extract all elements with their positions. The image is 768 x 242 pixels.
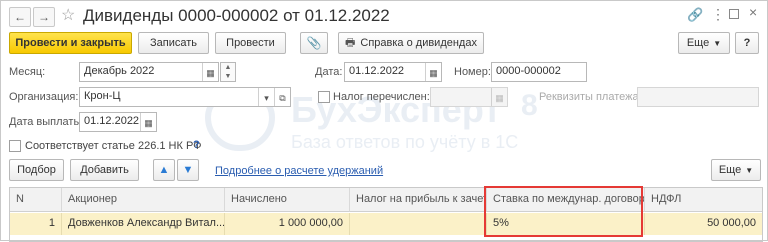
- pay-date-field[interactable]: 01.12.2022 ▦: [79, 112, 157, 132]
- help-button[interactable]: ?: [735, 32, 759, 54]
- kebab-menu-icon[interactable]: ⋮: [711, 6, 725, 23]
- pay-date-value: 01.12.2022: [84, 115, 140, 127]
- select-button[interactable]: Подбор: [9, 159, 64, 181]
- link-icon[interactable]: 🔗: [687, 7, 703, 23]
- close-icon[interactable]: ×: [749, 4, 757, 20]
- table-more-label: Еще: [718, 164, 742, 176]
- tax-transferred-checkbox[interactable]: [318, 91, 330, 103]
- shareholders-table: N Акционер Начислено Налог на прибыль к …: [9, 187, 763, 242]
- payment-details-label: Реквизиты платежа:: [539, 91, 642, 103]
- cell-n[interactable]: 1: [10, 213, 62, 235]
- attachment-button[interactable]: 📎: [300, 32, 328, 54]
- more-label: Еще: [686, 37, 710, 49]
- arrow-left-icon: ←: [14, 10, 26, 24]
- article-2261-label: Соответствует статье 226.1 НК РФ: [25, 140, 202, 152]
- stepper-down-icon: ▼: [224, 73, 232, 80]
- watermark-digit: 8: [521, 89, 538, 122]
- month-value: Декабрь 2022: [84, 65, 155, 77]
- cell-accrued[interactable]: 1 000 000,00: [225, 213, 350, 235]
- favorite-star-icon[interactable]: ☆: [61, 5, 75, 25]
- move-up-button[interactable]: ▲: [153, 159, 175, 181]
- column-header-n[interactable]: N: [10, 188, 62, 212]
- tax-transferred-date-field: ▦: [430, 87, 508, 107]
- page-title: Дивиденды 0000-000002 от 01.12.2022: [83, 6, 390, 25]
- calendar-icon[interactable]: ▦: [202, 63, 218, 81]
- arrow-up-icon: ▲: [158, 164, 170, 176]
- column-header-shareholder[interactable]: Акционер: [62, 188, 225, 212]
- date-label: Дата:: [315, 66, 343, 78]
- arrow-down-icon: ▼: [182, 164, 194, 176]
- tax-transferred-label: Налог перечислен:: [333, 91, 430, 103]
- move-down-button[interactable]: ▼: [177, 159, 199, 181]
- column-header-treaty-rate[interactable]: Ставка по междунар. договору: [487, 188, 645, 212]
- add-button[interactable]: Добавить: [70, 159, 139, 181]
- date-field[interactable]: 01.12.2022 ▦: [344, 62, 442, 82]
- cell-shareholder[interactable]: Довженков Александр Витал...: [62, 213, 225, 235]
- post-button[interactable]: Провести: [215, 32, 286, 54]
- date-value: 01.12.2022: [349, 65, 405, 77]
- dividends-report-button[interactable]: 🖶 Справка о дивидендах: [338, 32, 484, 54]
- link-icon[interactable]: ⧉: [274, 88, 290, 106]
- post-and-close-button[interactable]: Провести и закрыть: [9, 32, 132, 54]
- calendar-icon: ▦: [491, 88, 507, 106]
- organization-label: Организация:: [9, 91, 79, 103]
- dividends-report-label: Справка о дивидендах: [360, 37, 477, 49]
- paperclip-icon: 📎: [306, 36, 322, 50]
- document-window: ← → ☆ Дивиденды 0000-000002 от 01.12.202…: [0, 0, 768, 242]
- column-header-profit-tax-offset[interactable]: Налог на прибыль к зачету: [350, 188, 487, 212]
- month-field[interactable]: Декабрь 2022 ▦: [79, 62, 219, 82]
- month-label: Месяц:: [9, 66, 46, 78]
- pay-date-label: Дата выплаты:: [9, 116, 85, 128]
- article-2261-checkbox[interactable]: [9, 140, 21, 152]
- column-header-ndfl[interactable]: НДФЛ: [645, 188, 762, 212]
- watermark-tagline: База ответов по учёту в 1С: [291, 132, 519, 152]
- maximize-icon[interactable]: [729, 9, 739, 19]
- help-mark-icon[interactable]: ?: [193, 139, 200, 151]
- back-button[interactable]: ←: [9, 7, 31, 27]
- more-menu-button[interactable]: Еще ▼: [678, 32, 730, 54]
- calendar-icon[interactable]: ▦: [140, 113, 156, 131]
- forward-button[interactable]: →: [33, 7, 55, 27]
- table-more-button[interactable]: Еще ▼: [711, 159, 761, 181]
- cell-profit-tax-offset[interactable]: [350, 213, 487, 235]
- month-stepper[interactable]: ▲ ▼: [220, 62, 236, 82]
- chevron-down-icon: ▼: [745, 165, 754, 175]
- printer-icon: 🖶: [345, 36, 356, 49]
- cell-treaty-rate[interactable]: 5%: [487, 213, 645, 235]
- payment-details-field: [637, 87, 759, 107]
- organization-field[interactable]: Крон-Ц ▾ ⧉: [79, 87, 291, 107]
- number-field[interactable]: 0000-000002: [491, 62, 587, 82]
- organization-value: Крон-Ц: [84, 90, 121, 102]
- stepper-up-icon: ▲: [224, 64, 232, 71]
- calendar-icon[interactable]: ▦: [425, 63, 441, 81]
- number-label: Номер:: [454, 66, 491, 78]
- save-button[interactable]: Записать: [138, 32, 209, 54]
- chevron-down-icon: ▼: [713, 38, 722, 48]
- cell-ndfl[interactable]: 50 000,00: [645, 213, 762, 235]
- details-link[interactable]: Подробнее о расчете удержаний: [215, 165, 383, 177]
- arrow-right-icon: →: [38, 10, 50, 24]
- open-icon[interactable]: ▾: [258, 88, 274, 106]
- column-header-accrued[interactable]: Начислено: [225, 188, 350, 212]
